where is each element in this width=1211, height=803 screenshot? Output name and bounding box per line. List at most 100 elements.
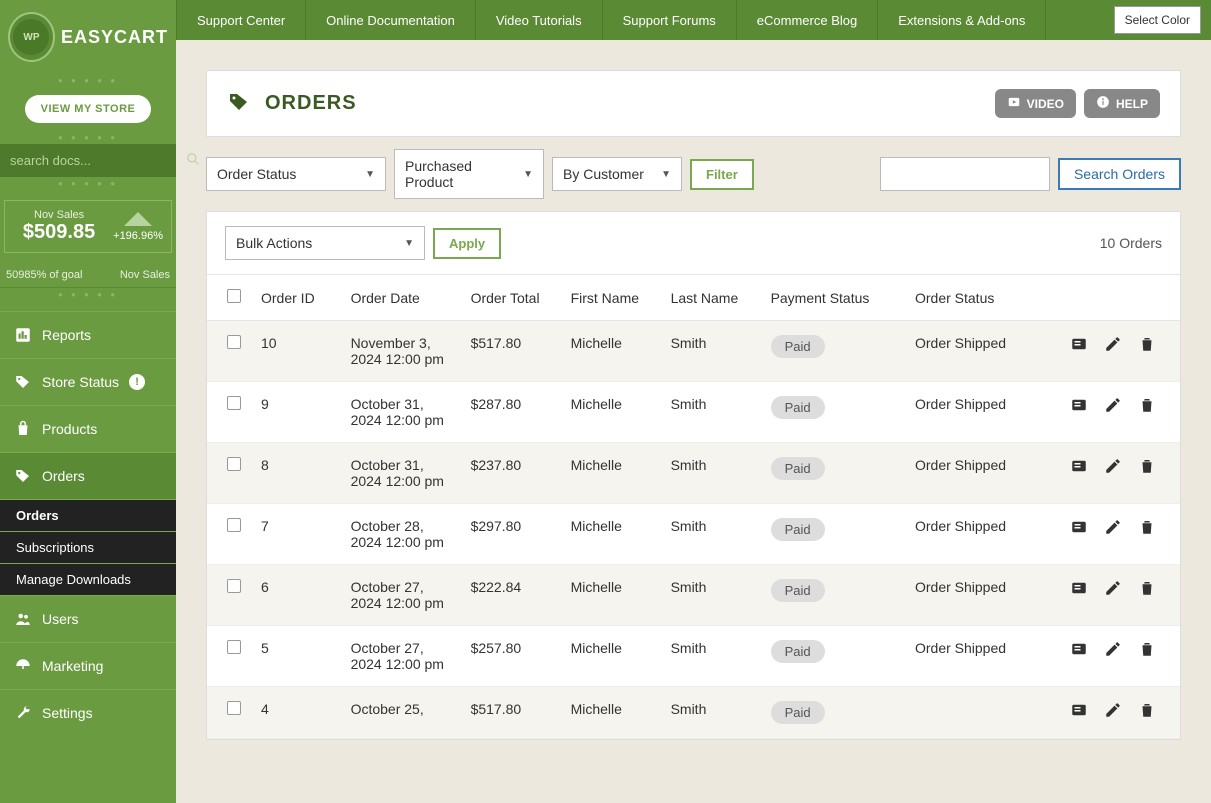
cell-order-id: 4 bbox=[251, 687, 341, 739]
search-orders-input[interactable] bbox=[880, 157, 1050, 191]
edit-icon[interactable] bbox=[1104, 335, 1122, 356]
search-docs-input[interactable] bbox=[10, 153, 186, 168]
view-icon[interactable] bbox=[1070, 396, 1088, 417]
delete-icon[interactable] bbox=[1138, 640, 1156, 661]
nav-products[interactable]: Products bbox=[0, 406, 176, 452]
order-status-select-label: Order Status bbox=[217, 166, 296, 182]
help-button[interactable]: HELP bbox=[1084, 89, 1160, 118]
purchased-product-select[interactable]: Purchased Product ▼ bbox=[394, 149, 544, 199]
view-icon[interactable] bbox=[1070, 518, 1088, 539]
goal-percent: 50985% of goal bbox=[6, 269, 82, 281]
search-orders-button[interactable]: Search Orders bbox=[1058, 158, 1181, 190]
nav-reports[interactable]: Reports bbox=[0, 312, 176, 358]
edit-icon[interactable] bbox=[1104, 701, 1122, 722]
bulk-actions-select[interactable]: Bulk Actions ▼ bbox=[225, 226, 425, 260]
search-docs[interactable] bbox=[0, 144, 176, 177]
chevron-down-icon: ▼ bbox=[523, 169, 533, 180]
cell-order-status: Order Shipped bbox=[905, 565, 1040, 626]
cell-order-status bbox=[905, 687, 1040, 739]
subnav-manage-downloads[interactable]: Manage Downloads bbox=[0, 564, 176, 595]
edit-icon[interactable] bbox=[1104, 396, 1122, 417]
by-customer-select[interactable]: By Customer ▼ bbox=[552, 157, 682, 191]
dashboard-icon bbox=[14, 657, 32, 675]
info-icon bbox=[1096, 95, 1110, 112]
select-color-button[interactable]: Select Color bbox=[1114, 6, 1201, 34]
view-icon[interactable] bbox=[1070, 457, 1088, 478]
nav-store-status[interactable]: Store Status ! bbox=[0, 359, 176, 405]
order-status-select[interactable]: Order Status ▼ bbox=[206, 157, 386, 191]
view-icon[interactable] bbox=[1070, 579, 1088, 600]
sales-stats: Nov Sales $509.85 +196.96% bbox=[4, 200, 172, 253]
divider-dots: ● ● ● ● ● bbox=[0, 74, 176, 87]
filter-button[interactable]: Filter bbox=[690, 159, 754, 190]
nav-orders[interactable]: Orders bbox=[0, 453, 176, 499]
edit-icon[interactable] bbox=[1104, 640, 1122, 661]
topbar-blog[interactable]: eCommerce Blog bbox=[737, 0, 878, 40]
view-icon[interactable] bbox=[1070, 640, 1088, 661]
edit-icon[interactable] bbox=[1104, 457, 1122, 478]
topbar-video-tutorials[interactable]: Video Tutorials bbox=[476, 0, 603, 40]
sidebar: WP EASYCART ● ● ● ● ● VIEW MY STORE ● ● … bbox=[0, 0, 176, 803]
cell-order-id: 5 bbox=[251, 626, 341, 687]
help-button-label: HELP bbox=[1116, 97, 1148, 111]
cell-order-date: October 28, 2024 12:00 pm bbox=[341, 504, 461, 565]
tag-icon bbox=[14, 373, 32, 391]
table-row: 9 October 31, 2024 12:00 pm $287.80 Mich… bbox=[207, 382, 1180, 443]
orders-count: 10 Orders bbox=[1100, 235, 1162, 251]
subnav-subscriptions[interactable]: Subscriptions bbox=[0, 532, 176, 563]
cell-order-date: October 31, 2024 12:00 pm bbox=[341, 382, 461, 443]
row-checkbox[interactable] bbox=[227, 335, 241, 349]
trend-up-icon bbox=[124, 212, 152, 226]
apply-button[interactable]: Apply bbox=[433, 228, 501, 259]
row-checkbox[interactable] bbox=[227, 518, 241, 532]
delete-icon[interactable] bbox=[1138, 579, 1156, 600]
view-my-store-button[interactable]: VIEW MY STORE bbox=[25, 95, 152, 123]
row-checkbox[interactable] bbox=[227, 457, 241, 471]
delete-icon[interactable] bbox=[1138, 335, 1156, 356]
row-checkbox[interactable] bbox=[227, 396, 241, 410]
video-icon bbox=[1007, 95, 1021, 112]
nav-users[interactable]: Users bbox=[0, 596, 176, 642]
payment-badge: Paid bbox=[771, 640, 825, 663]
nav-orders-label: Orders bbox=[42, 468, 85, 484]
view-icon[interactable] bbox=[1070, 335, 1088, 356]
row-checkbox[interactable] bbox=[227, 640, 241, 654]
brand-name: EASYCART bbox=[61, 27, 168, 48]
delete-icon[interactable] bbox=[1138, 518, 1156, 539]
chevron-down-icon: ▼ bbox=[404, 238, 414, 249]
topbar-extensions[interactable]: Extensions & Add-ons bbox=[878, 0, 1046, 40]
divider-dots: ● ● ● ● ● bbox=[0, 177, 176, 190]
table-row: 4 October 25, $517.80 Michelle Smith Pai… bbox=[207, 687, 1180, 739]
delete-icon[interactable] bbox=[1138, 457, 1156, 478]
subnav-orders[interactable]: Orders bbox=[0, 500, 176, 531]
page-title: ORDERS bbox=[265, 92, 357, 115]
cell-last-name: Smith bbox=[661, 565, 761, 626]
cell-first-name: Michelle bbox=[561, 504, 661, 565]
topbar-support-forums[interactable]: Support Forums bbox=[603, 0, 737, 40]
cell-order-id: 6 bbox=[251, 565, 341, 626]
nav-marketing[interactable]: Marketing bbox=[0, 643, 176, 689]
row-checkbox[interactable] bbox=[227, 701, 241, 715]
wrench-icon bbox=[14, 704, 32, 722]
edit-icon[interactable] bbox=[1104, 518, 1122, 539]
nav-settings[interactable]: Settings bbox=[0, 690, 176, 736]
video-button[interactable]: VIDEO bbox=[995, 89, 1076, 118]
select-all-checkbox[interactable] bbox=[227, 289, 241, 303]
bag-icon bbox=[14, 420, 32, 438]
delete-icon[interactable] bbox=[1138, 701, 1156, 722]
payment-badge: Paid bbox=[771, 396, 825, 419]
cell-order-status: Order Shipped bbox=[905, 504, 1040, 565]
payment-badge: Paid bbox=[771, 518, 825, 541]
cell-order-date: November 3, 2024 12:00 pm bbox=[341, 321, 461, 382]
stats-percent: +196.96% bbox=[113, 230, 163, 242]
cell-first-name: Michelle bbox=[561, 382, 661, 443]
table-row: 8 October 31, 2024 12:00 pm $237.80 Mich… bbox=[207, 443, 1180, 504]
row-checkbox[interactable] bbox=[227, 579, 241, 593]
view-icon[interactable] bbox=[1070, 701, 1088, 722]
topbar-online-docs[interactable]: Online Documentation bbox=[306, 0, 476, 40]
brand-logo-text: WP bbox=[13, 19, 49, 55]
edit-icon[interactable] bbox=[1104, 579, 1122, 600]
delete-icon[interactable] bbox=[1138, 396, 1156, 417]
filter-row: Order Status ▼ Purchased Product ▼ By Cu… bbox=[206, 149, 1181, 199]
topbar-support-center[interactable]: Support Center bbox=[176, 0, 306, 40]
